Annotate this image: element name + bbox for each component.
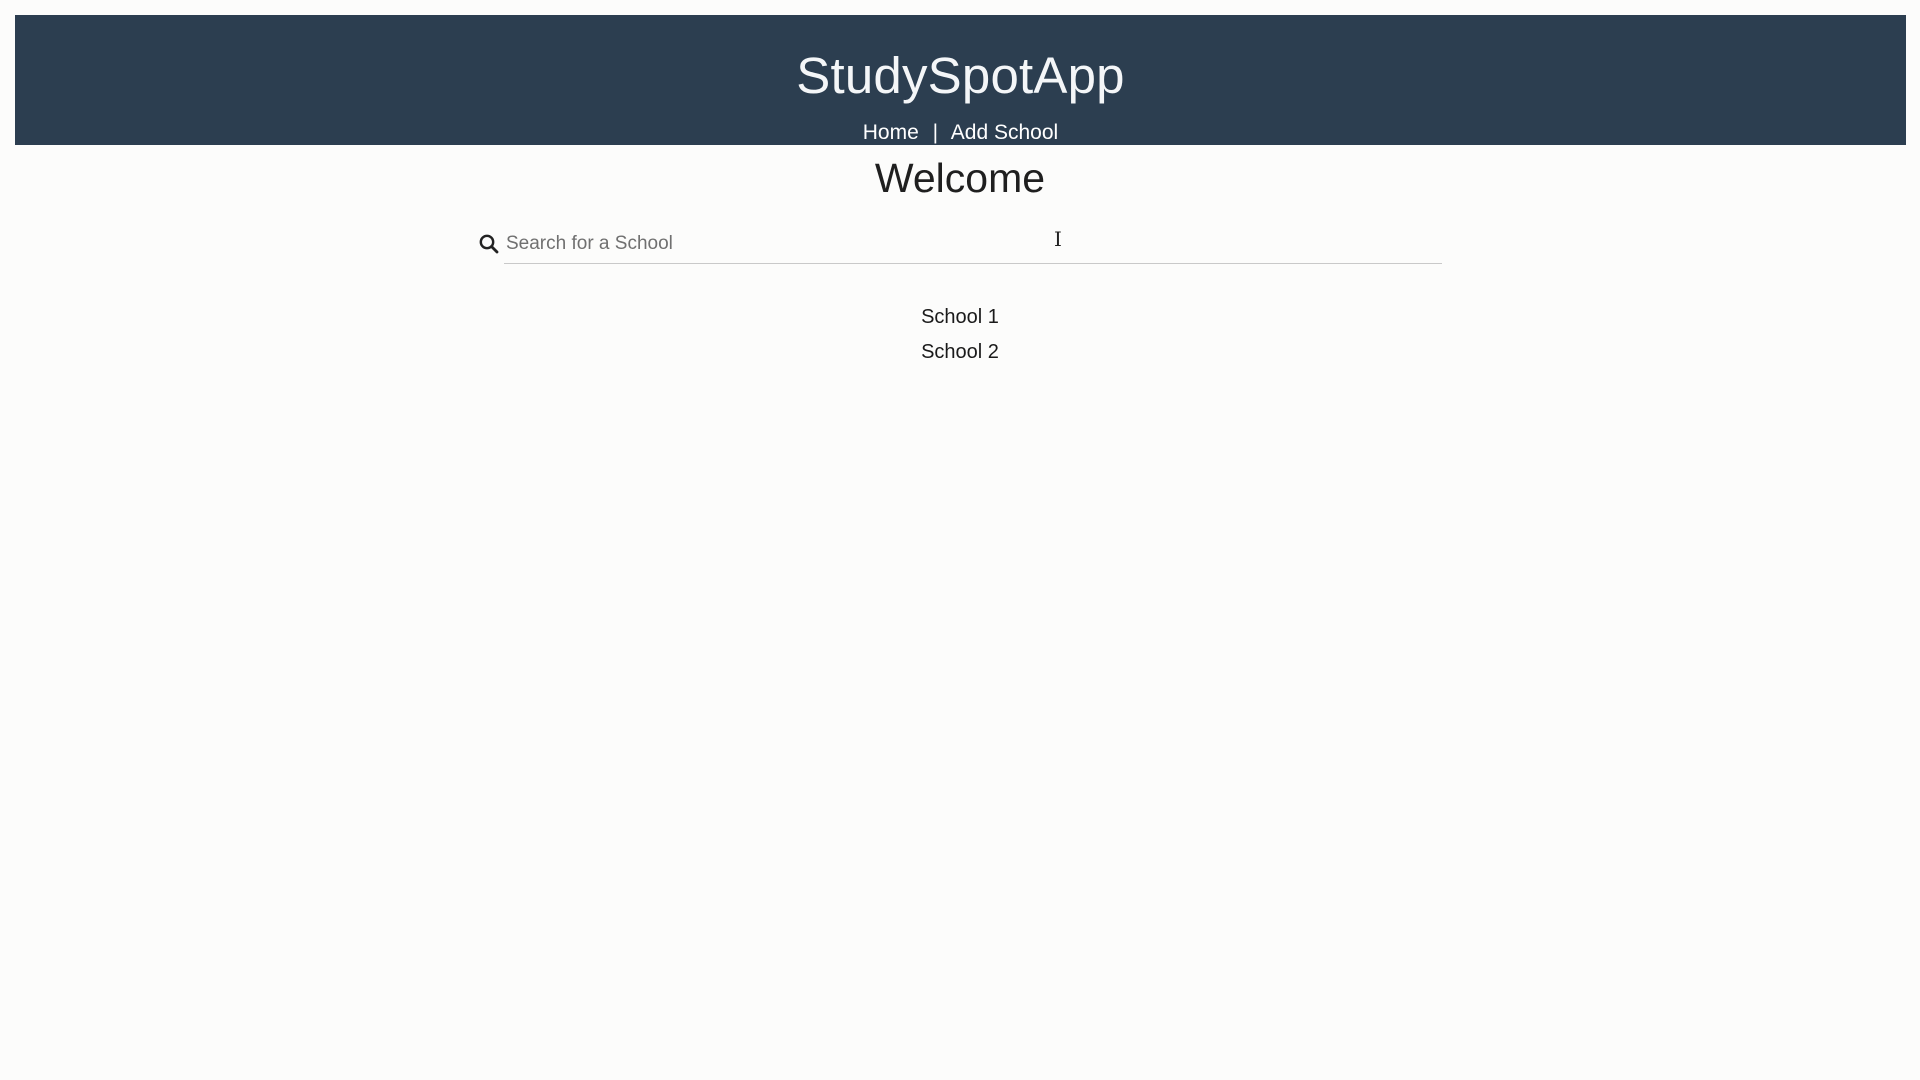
search-icon	[478, 233, 500, 255]
app-title: StudySpotApp	[796, 47, 1125, 104]
nav-add-school-link[interactable]: Add School	[951, 121, 1058, 144]
search-bar	[478, 224, 1442, 266]
school-list-item[interactable]: School 1	[0, 300, 1920, 335]
nav-home-link[interactable]: Home	[863, 121, 919, 144]
main-nav: Home | Add School	[15, 121, 1906, 145]
app-header: StudySpotApp Home | Add School	[15, 15, 1906, 145]
search-icon-graphic	[479, 234, 499, 254]
school-list-item[interactable]: School 2	[0, 335, 1920, 370]
page-heading: Welcome	[874, 155, 1046, 201]
app-root: StudySpotApp Home | Add School Welcome I…	[0, 0, 1920, 1080]
school-list: School 1 School 2	[0, 300, 1920, 370]
text-cursor-icon: I	[1054, 227, 1062, 251]
search-input[interactable]	[504, 224, 1442, 264]
nav-separator: |	[932, 121, 939, 144]
